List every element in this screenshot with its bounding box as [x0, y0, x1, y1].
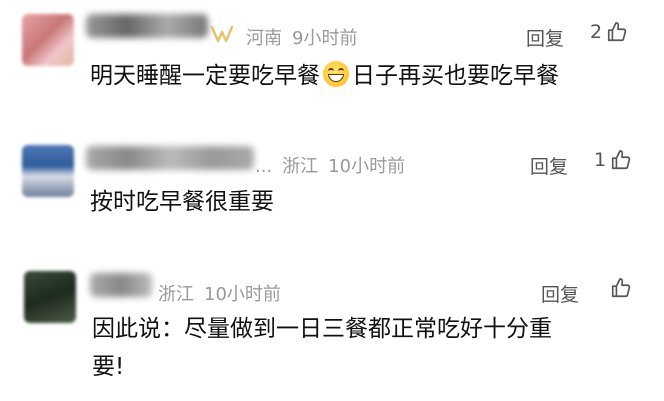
avatar[interactable] — [22, 145, 74, 197]
thumbs-up-icon — [608, 22, 627, 42]
like-count: 2 — [590, 21, 603, 43]
comment-meta: 浙江 10小时前 — [158, 280, 281, 306]
reply-button[interactable]: 回复 — [526, 24, 564, 51]
avatar[interactable] — [22, 14, 74, 66]
comment-text-line: 要! — [92, 354, 125, 380]
username-blurred[interactable] — [90, 273, 152, 297]
comment-text: 按时吃早餐很重要 — [90, 189, 274, 215]
thumbs-up-icon — [612, 150, 631, 170]
like-button[interactable]: 2 — [590, 21, 628, 43]
like-button[interactable]: 1 — [594, 149, 632, 171]
username-blurred[interactable] — [86, 14, 208, 38]
comment-item: 浙江 10小时前 回复 因此说：尽量做到一日三餐都正常吃好十分重 要! — [0, 258, 664, 401]
region-label: 浙江 — [282, 156, 319, 177]
comment-text-part: 日子再买也要吃早餐 — [352, 63, 559, 89]
thumbs-up-icon — [611, 278, 631, 298]
comment-meta: ... 浙江 10小时前 — [255, 152, 405, 178]
avatar[interactable] — [24, 271, 76, 323]
reply-button[interactable]: 回复 — [541, 280, 579, 307]
comment-item: ... 浙江 10小时前 回复 1 按时吃早餐很重要 — [0, 130, 664, 250]
timestamp: 10小时前 — [204, 284, 281, 305]
like-button[interactable] — [606, 277, 632, 299]
username-blurred[interactable] — [86, 146, 254, 170]
timestamp: 10小时前 — [328, 156, 406, 177]
comment-text: 明天睡醒一定要吃早餐 日子再买也要吃早餐 — [90, 57, 559, 95]
region-label: 浙江 — [158, 284, 194, 305]
like-count: 1 — [594, 149, 607, 171]
vip-badge-icon — [210, 25, 234, 43]
grinning-emoji-icon — [323, 61, 349, 87]
timestamp: 9小时前 — [292, 28, 358, 49]
comment-text-part: 明天睡醒一定要吃早餐 — [90, 63, 320, 89]
comment-text: 因此说：尽量做到一日三餐都正常吃好十分重 要! — [92, 310, 552, 386]
reply-button[interactable]: 回复 — [530, 152, 568, 179]
comment-text-line: 因此说：尽量做到一日三餐都正常吃好十分重 — [92, 316, 552, 342]
username-ellipsis: ... — [255, 156, 273, 177]
comment-meta: 河南 9小时前 — [246, 24, 357, 50]
comment-item: 河南 9小时前 回复 2 明天睡醒一定要吃早餐 日子再买也要吃早餐 — [0, 0, 664, 120]
region-label: 河南 — [246, 28, 282, 49]
